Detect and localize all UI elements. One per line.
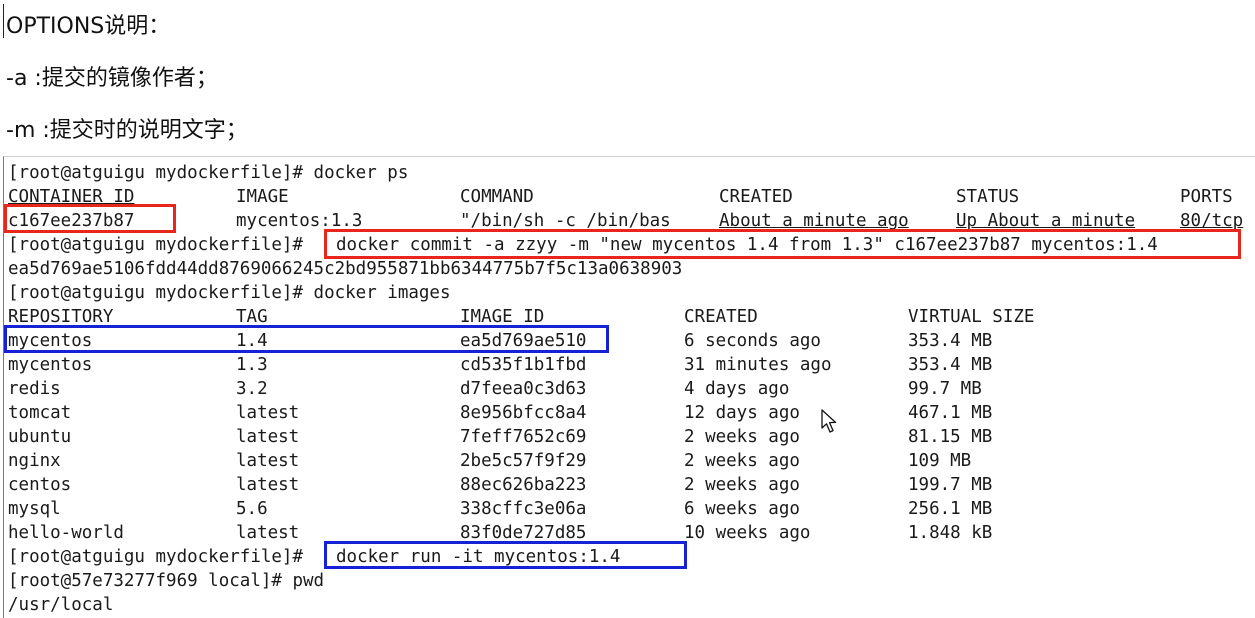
image-row: mysql 5.6 338cffc3e06a 6 weeks ago 256.1…	[8, 497, 1255, 521]
commit-command-highlight	[324, 229, 1241, 259]
ps-header-image: IMAGE	[236, 187, 289, 207]
commit-hash-output: ea5d769ae5106fdd44dd8769066245c2bd955871…	[8, 259, 683, 279]
image-created: 4 days ago	[684, 379, 790, 399]
image-id: 8e956bfcc8a4	[460, 403, 587, 423]
image-size: 1.848 kB	[908, 523, 993, 543]
terminal-window[interactable]: [root@atguigu mydockerfile]# docker ps C…	[3, 156, 1255, 618]
option-m-description: -m :提交时的说明文字；	[6, 118, 248, 143]
image-tag: latest	[236, 451, 300, 471]
docker-ps-command-line: [root@atguigu mydockerfile]# docker ps	[8, 163, 409, 183]
image-created: 2 weeks ago	[684, 451, 800, 471]
text-cursor	[3, 4, 4, 38]
image-created: 12 days ago	[684, 403, 800, 423]
image-created: 2 weeks ago	[684, 427, 800, 447]
commit-prompt: [root@atguigu mydockerfile]#	[8, 235, 304, 255]
ps-header-command: COMMAND	[460, 187, 534, 207]
image-size: 199.7 MB	[908, 475, 993, 495]
image-row: centos latest 88ec626ba223 2 weeks ago 1…	[8, 473, 1255, 497]
image-created: 31 minutes ago	[684, 355, 832, 375]
image-row: tomcat latest 8e956bfcc8a4 12 days ago 4…	[8, 401, 1255, 425]
run-command-highlight	[324, 541, 687, 569]
image-tag: latest	[236, 427, 300, 447]
docker-images-command-line: [root@atguigu mydockerfile]# docker imag…	[8, 283, 451, 303]
image-id: 88ec626ba223	[460, 475, 587, 495]
pwd-command-line: [root@57e73277f969 local]# pwd	[8, 571, 325, 591]
image-tag: 1.3	[236, 355, 268, 375]
option-a-description: -a :提交的镜像作者；	[6, 66, 218, 91]
ps-header-row: CONTAINER ID IMAGE COMMAND CREATED STATU…	[8, 185, 1255, 209]
image-repository: centos	[8, 475, 72, 495]
image-repository: ubuntu	[8, 427, 72, 447]
image-tag: 3.2	[236, 379, 268, 399]
image-size: 81.15 MB	[908, 427, 993, 447]
image-tag: latest	[236, 403, 300, 423]
image-repository: mycentos	[8, 355, 93, 375]
new-image-highlight	[4, 325, 609, 353]
image-id: 2be5c57f9f29	[460, 451, 587, 471]
image-tag: latest	[236, 523, 300, 543]
ps-header-ports: PORTS	[1180, 187, 1233, 207]
image-id: 338cffc3e06a	[460, 499, 587, 519]
img-header-size: VIRTUAL SIZE	[908, 307, 1035, 327]
img-header-created: CREATED	[684, 307, 758, 327]
image-tag: 5.6	[236, 499, 268, 519]
image-id: 7feff7652c69	[460, 427, 587, 447]
image-tag: latest	[236, 475, 300, 495]
image-size: 256.1 MB	[908, 499, 993, 519]
image-repository: hello-world	[8, 523, 124, 543]
image-row: ubuntu latest 7feff7652c69 2 weeks ago 8…	[8, 425, 1255, 449]
mouse-pointer-icon	[821, 409, 837, 433]
image-row: nginx latest 2be5c57f9f29 2 weeks ago 10…	[8, 449, 1255, 473]
image-size: 109 MB	[908, 451, 972, 471]
container-id-highlight	[4, 204, 176, 233]
image-repository: nginx	[8, 451, 61, 471]
image-id: d7feea0c3d63	[460, 379, 587, 399]
image-repository: redis	[8, 379, 61, 399]
image-repository: mysql	[8, 499, 61, 519]
image-created: 6 seconds ago	[684, 331, 821, 351]
ps-header-created: CREATED	[719, 187, 793, 207]
image-id: cd535f1b1fbd	[460, 355, 587, 375]
image-row: redis 3.2 d7feea0c3d63 4 days ago 99.7 M…	[8, 377, 1255, 401]
image-row: mycentos 1.3 cd535f1b1fbd 31 minutes ago…	[8, 353, 1255, 377]
image-created: 2 weeks ago	[684, 475, 800, 495]
image-size: 353.4 MB	[908, 355, 993, 375]
pwd-output: /usr/local	[8, 595, 114, 615]
image-size: 99.7 MB	[908, 379, 982, 399]
image-size: 467.1 MB	[908, 403, 993, 423]
run-prompt: [root@atguigu mydockerfile]#	[8, 547, 304, 567]
ps-header-status: STATUS	[956, 187, 1020, 207]
options-heading: OPTIONS说明：	[6, 14, 171, 39]
image-size: 353.4 MB	[908, 331, 993, 351]
image-created: 6 weeks ago	[684, 499, 800, 519]
image-created: 10 weeks ago	[684, 523, 811, 543]
image-repository: tomcat	[8, 403, 72, 423]
